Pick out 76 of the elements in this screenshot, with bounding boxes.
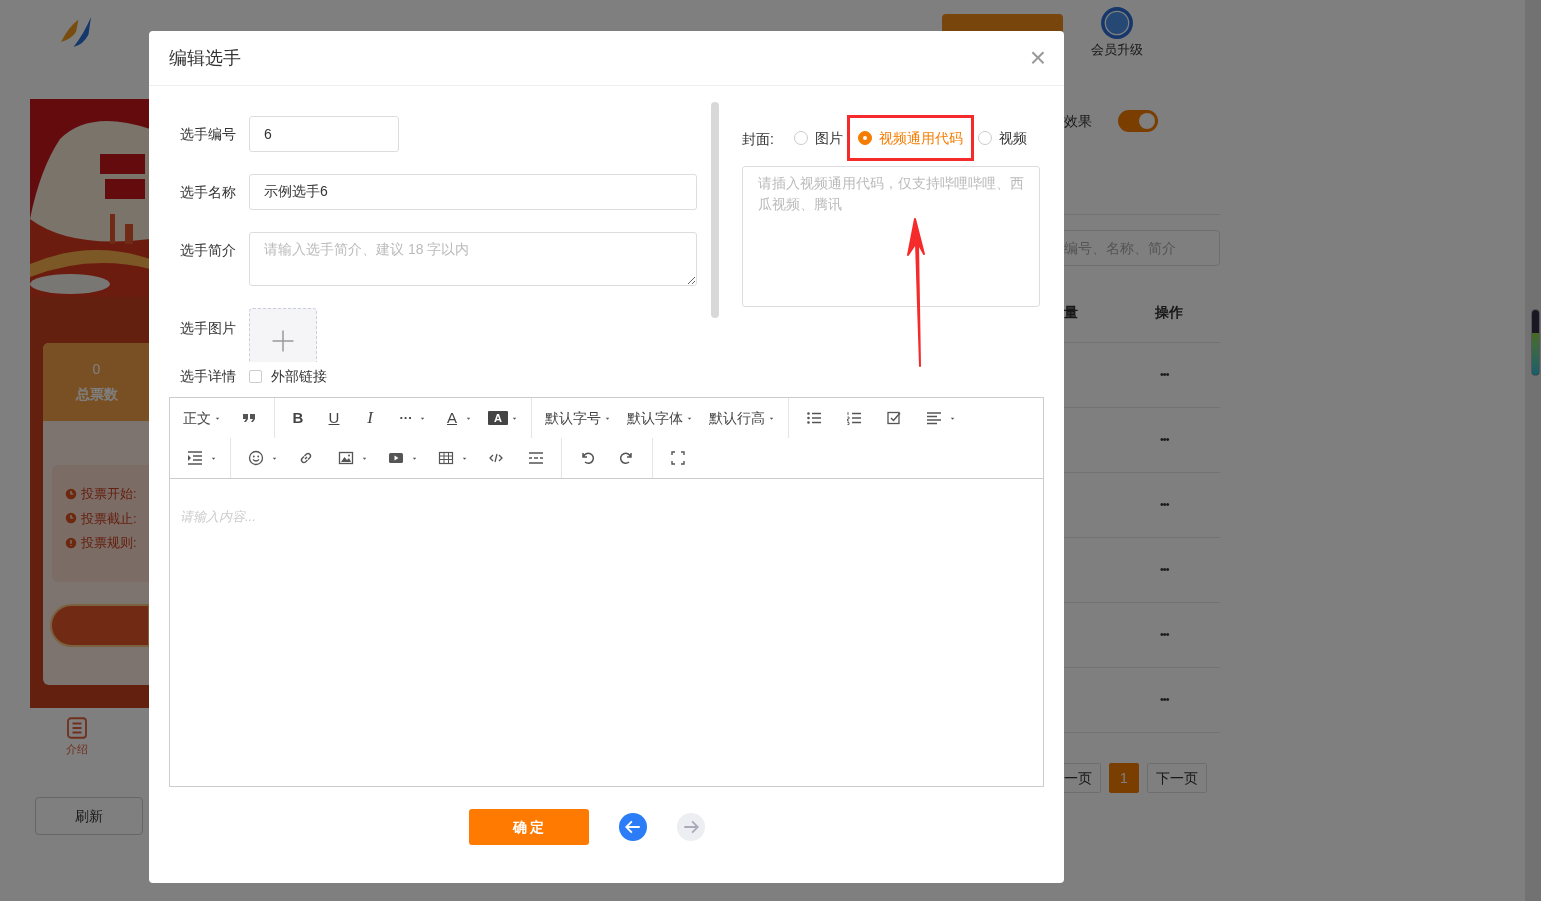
fullscreen-icon — [670, 450, 686, 466]
more-actions[interactable]: ••• — [1160, 431, 1169, 448]
align-left-icon — [926, 410, 942, 426]
format-dropdown[interactable]: 默认字体 — [619, 403, 701, 433]
close-button[interactable]: × — [1029, 44, 1046, 72]
more-actions[interactable]: ••• — [1160, 626, 1169, 643]
column-header: 量 — [1064, 303, 1078, 322]
vip-badge-icon — [1100, 6, 1134, 40]
cover-label: 封面: — [742, 129, 774, 149]
radio-button[interactable] — [977, 131, 992, 145]
clock-icon — [65, 487, 77, 500]
toggle-switch[interactable] — [1118, 110, 1158, 132]
toolbar-button[interactable]: ··· — [388, 403, 434, 433]
dialog-title: 编辑选手 — [169, 46, 241, 70]
text-field[interactable]: 6 — [249, 116, 399, 152]
toolbar-button[interactable]: A — [434, 403, 480, 433]
more-actions[interactable]: ••• — [1160, 366, 1169, 383]
format-dropdown[interactable]: 默认行高 — [701, 403, 783, 433]
field-label: 选手详情 — [180, 367, 237, 386]
scrollbar[interactable] — [711, 102, 719, 318]
confirm-button[interactable]: 确 定 — [468, 809, 589, 845]
field-label: 选手图片 — [180, 319, 237, 338]
undo-icon — [579, 450, 595, 466]
intro-tab[interactable]: 介绍 — [66, 741, 88, 758]
plus-icon — [271, 329, 295, 353]
video-icon — [388, 450, 404, 466]
list-icon — [65, 716, 89, 740]
info-label: 投票开始: — [81, 485, 137, 503]
field-label: 选手编号 — [180, 125, 237, 144]
radio-label: 图片 — [814, 128, 843, 148]
smiley-icon — [248, 450, 264, 466]
checkbox[interactable] — [249, 370, 262, 383]
level-widget-icon — [1531, 309, 1540, 376]
previous-button[interactable] — [618, 813, 647, 841]
radio-button[interactable] — [857, 131, 872, 145]
toggle-label: 效果 — [1064, 112, 1092, 131]
redo-icon — [619, 450, 635, 466]
pagination-button[interactable]: 一页 — [1064, 763, 1101, 793]
left-arrow-icon — [623, 818, 642, 836]
column-header: 操作 — [1155, 303, 1183, 322]
checkbox-icon — [886, 410, 902, 426]
format-dropdown[interactable]: 默认字号 — [537, 403, 619, 433]
divider-icon — [528, 450, 544, 466]
format-dropdown[interactable]: 正文 — [175, 403, 229, 433]
image-icon — [338, 450, 354, 466]
total-votes-label: 总票数 — [75, 385, 118, 404]
checkbox-label: 外部链接 — [271, 367, 327, 386]
radio-label: 视频通用代码 — [878, 128, 963, 148]
embed-code-field[interactable]: 请插入视频通用代码，仅支持哔哩哔哩、西瓜视频、腾讯 — [742, 166, 1040, 307]
more-actions[interactable]: ••• — [1160, 496, 1169, 513]
text-field[interactable]: 示例选手6 — [249, 174, 697, 210]
right-arrow-icon — [681, 818, 700, 836]
toolbar-button[interactable]: A — [480, 403, 526, 433]
member-upgrade-link[interactable]: 会员升级 — [1091, 40, 1143, 60]
refresh-button[interactable]: 刷新 — [35, 797, 143, 835]
more-actions[interactable]: ••• — [1160, 691, 1169, 708]
bulleted-list-icon — [806, 410, 822, 426]
more-actions[interactable]: ••• — [1160, 561, 1169, 578]
pagination-button[interactable]: 下一页 — [1147, 763, 1207, 793]
field-label: 选手简介 — [180, 241, 237, 260]
numbered-list-icon — [846, 410, 862, 426]
table-icon — [438, 450, 454, 466]
intro-field[interactable]: 请输入选手简介、建议 18 字以内 — [249, 232, 697, 286]
toolbar-button[interactable]: I — [352, 403, 388, 433]
radio-label: 视频 — [998, 128, 1027, 148]
info-label: 投票规则: — [81, 534, 137, 552]
link-icon — [298, 450, 314, 466]
radio-button[interactable] — [793, 131, 808, 145]
total-votes-value: 0 — [92, 360, 101, 379]
field-label: 选手名称 — [180, 183, 237, 202]
alert-icon — [65, 536, 77, 549]
toolbar-button[interactable]: U — [316, 403, 352, 433]
indent-icon — [187, 450, 203, 466]
clock-icon — [65, 512, 77, 525]
info-label: 投票截止: — [81, 509, 137, 528]
toolbar-button[interactable]: B — [280, 403, 316, 433]
